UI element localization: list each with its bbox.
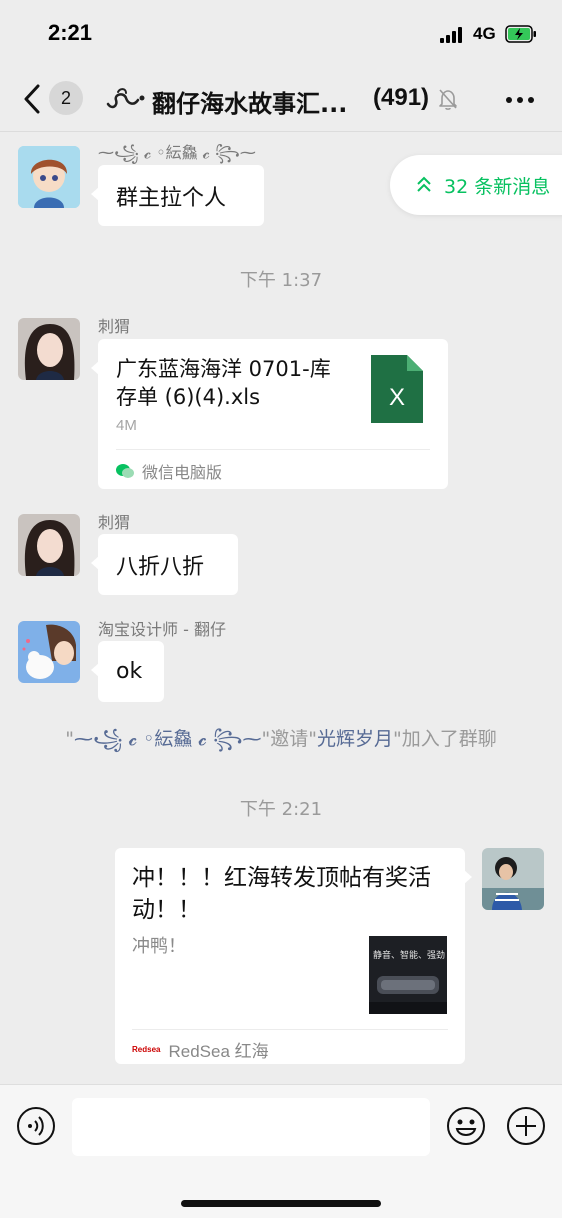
chat-title[interactable]: 翻仔海水故事汇...: [152, 84, 347, 119]
timestamp: 下午 1:37: [239, 270, 323, 291]
link-thumbnail: 静音、智能、强劲: [369, 936, 447, 1014]
status-bar: 2:21 4G: [0, 0, 562, 70]
message-text: 群主拉个人: [116, 185, 227, 211]
message-input[interactable]: [72, 1098, 430, 1156]
excel-file-icon: X: [371, 355, 423, 423]
message-text: ok: [116, 659, 143, 684]
divider: [116, 449, 430, 450]
avatar[interactable]: [18, 621, 80, 683]
battery-charging-icon: [505, 25, 536, 43]
input-bar: [0, 1084, 562, 1218]
member-count: (491): [373, 84, 430, 111]
avatar[interactable]: [18, 318, 80, 380]
system-text: ": [65, 728, 74, 750]
unread-count-badge[interactable]: 2: [49, 81, 83, 115]
invitee-name[interactable]: 光辉岁月: [317, 728, 393, 750]
new-messages-button[interactable]: 32 条新消息: [390, 155, 562, 215]
chat-header: 2 翻仔海水故事汇... (491): [0, 70, 562, 130]
system-notice: "⁓꧁ 𝓬 ◦紜鱻 𝓬 ꧂⁓"邀请"光辉岁月"加入了群聊: [0, 724, 562, 763]
system-text: "邀请": [261, 728, 317, 750]
home-indicator[interactable]: [181, 1200, 381, 1207]
status-time: 2:21: [48, 20, 93, 45]
avatar[interactable]: [18, 146, 80, 208]
sender-name: 刺猬: [98, 513, 131, 532]
add-attachment-icon[interactable]: [506, 1106, 546, 1146]
avatar[interactable]: [18, 514, 80, 576]
inviter-name[interactable]: ⁓꧁ 𝓬 ◦紜鱻 𝓬 ꧂⁓: [74, 728, 262, 750]
link-source-label: RedSea 红海: [168, 1042, 269, 1061]
header-divider: [0, 131, 562, 132]
timestamp: 下午 2:21: [239, 799, 323, 820]
file-source-label: 微信电脑版: [142, 463, 223, 482]
divider: [132, 1029, 448, 1030]
link-source: Redsea RedSea 红海: [132, 1037, 269, 1062]
new-messages-label: 32 条新消息: [444, 175, 551, 198]
double-chevron-up-icon: [417, 176, 431, 192]
message-bubble[interactable]: ok: [91, 641, 164, 702]
link-title: 冲！！！红海转发顶帖有奖活动！！: [132, 865, 431, 923]
network-type: 4G: [473, 24, 496, 43]
file-source: 微信电脑版: [116, 459, 222, 483]
file-name: 广东蓝海海洋 0701-库存单 (6)(4).xls: [116, 357, 331, 409]
signal-icon: [440, 27, 466, 43]
message-bubble[interactable]: 八折八折: [91, 534, 238, 595]
message-text: 八折八折: [116, 554, 205, 580]
more-options-icon[interactable]: [505, 96, 535, 104]
redsea-logo-icon: Redsea: [132, 1045, 161, 1054]
group-decoration-icon: [106, 88, 145, 109]
link-description: 冲鸭！: [132, 936, 186, 957]
voice-input-icon[interactable]: [16, 1106, 56, 1146]
file-size: 4M: [116, 417, 137, 434]
sender-name: 淘宝设计师 - 翻仔: [98, 620, 226, 639]
emoji-icon[interactable]: [446, 1106, 486, 1146]
mute-bell-icon: [439, 89, 457, 110]
system-text: "加入了群聊: [393, 728, 497, 750]
message-bubble[interactable]: 群主拉个人: [91, 165, 264, 226]
chat-screen: 2:21 4G 2 翻仔海水故事汇... (491) ⁓꧁ 𝓬 ◦紜鱻 𝓬 ꧂⁓…: [0, 0, 562, 1218]
sender-name: 刺猬: [98, 317, 131, 336]
wechat-icon: [116, 464, 134, 478]
file-message-card[interactable]: 广东蓝海海洋 0701-库存单 (6)(4).xls 4M X 微信电脑版: [91, 339, 448, 489]
back-chevron-icon[interactable]: [22, 82, 44, 116]
link-message-card[interactable]: 冲！！！红海转发顶帖有奖活动！！ 冲鸭！ 静音、智能、强劲 Redsea Red…: [115, 848, 472, 1064]
my-avatar[interactable]: [482, 848, 544, 910]
file-icon-letter: X: [389, 384, 405, 411]
